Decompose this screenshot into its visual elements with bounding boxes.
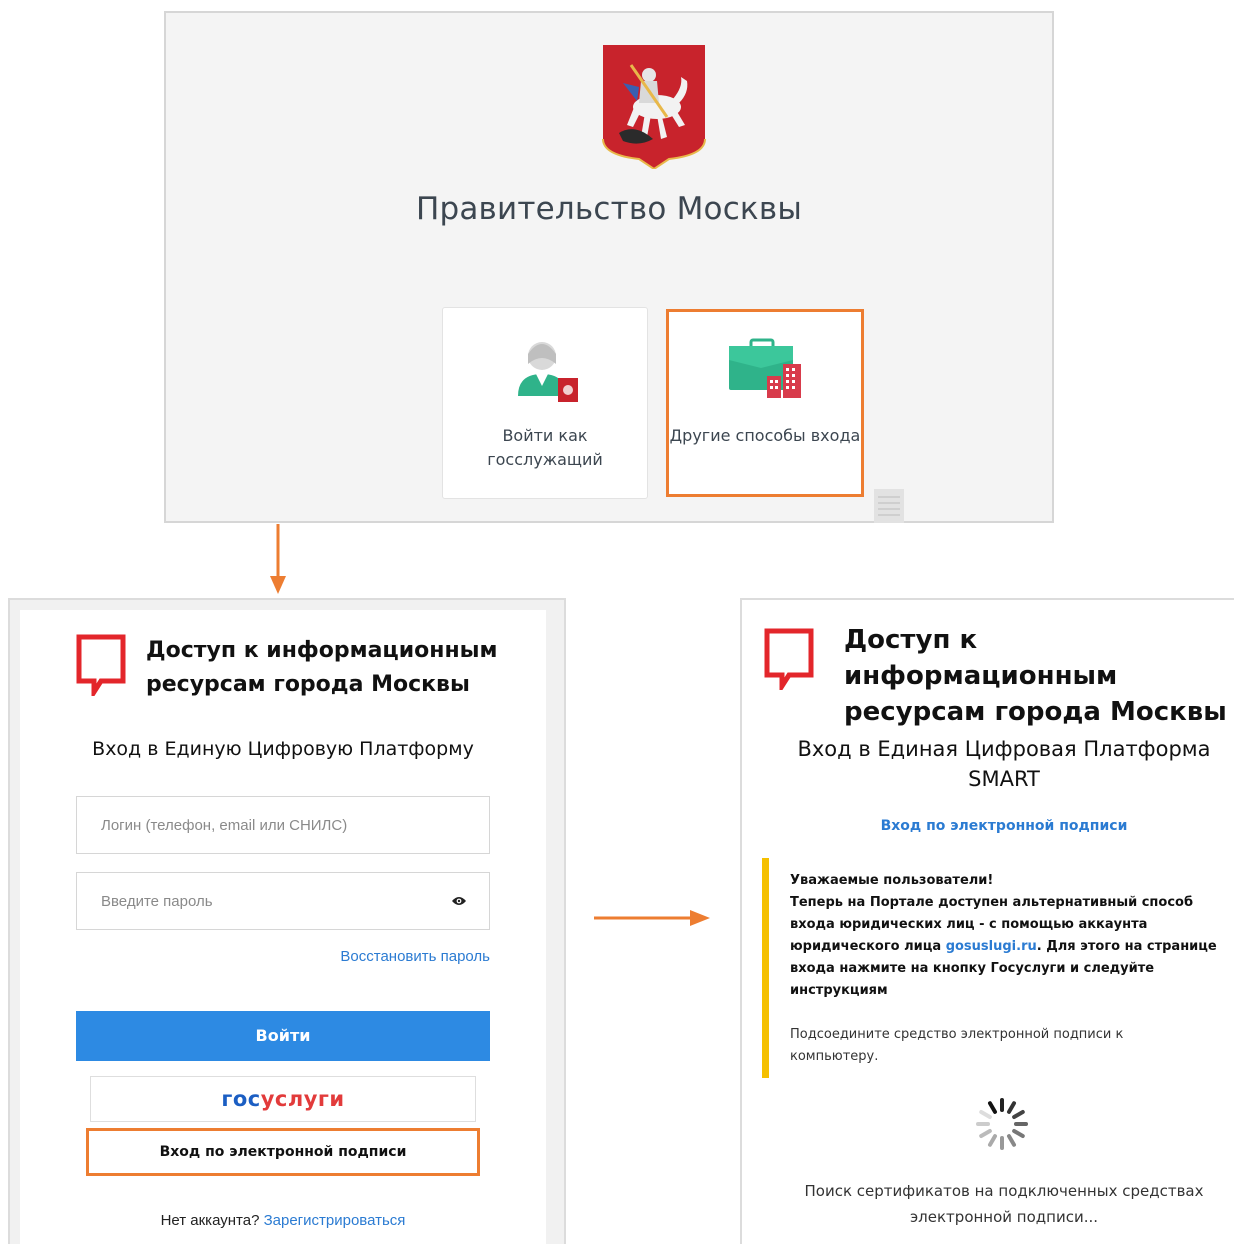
gosuslugi-button[interactable]: госуслуги [90, 1076, 476, 1122]
arrow-down-icon [270, 524, 286, 594]
other-login-methods-label: Другие способы входа [669, 426, 861, 445]
gov-title: Правительство Москвы [415, 191, 803, 227]
gosuslugi-link[interactable]: gosuslugi.ru [946, 939, 1037, 954]
login-field[interactable] [76, 796, 490, 854]
civil-servant-login-label: Войти как госслужащий [487, 426, 603, 469]
portal-title: Доступ к информационным ресурсам города … [844, 625, 1227, 727]
moscow-coat-of-arms-icon [602, 45, 706, 169]
connect-device-text: Подсоедините средство электронной подпис… [790, 1027, 1124, 1064]
loading-spinner-icon [976, 1098, 1028, 1150]
password-field[interactable] [76, 872, 490, 930]
login-form: Доступ к информационным ресурсам города … [20, 610, 546, 1244]
arrow-right-icon [594, 910, 710, 926]
other-login-methods-card[interactable]: Другие способы входа [666, 309, 864, 497]
portal-title: Доступ к информационным ресурсам города … [146, 638, 498, 697]
gosuslugi-logo-part1: гос [221, 1087, 261, 1111]
esignature-login-button[interactable]: Вход по электронной подписи [86, 1128, 480, 1176]
esignature-login-link[interactable]: Вход по электронной подписи [742, 818, 1234, 834]
login-subtitle: Вход в Единую Цифровую Платформу [92, 738, 474, 760]
esignature-panel: Доступ к информационным ресурсам города … [740, 598, 1234, 1244]
no-account-text: Нет аккаунта? [160, 1212, 260, 1229]
eye-icon[interactable] [451, 895, 467, 907]
certificate-search-status: Поиск сертификатов на подключенных средс… [804, 1182, 1204, 1226]
mos-logo-icon [76, 634, 126, 696]
login-form-panel: Доступ к информационным ресурсам города … [8, 598, 566, 1244]
civil-servant-icon [518, 342, 578, 402]
civil-servant-login-card[interactable]: Войти как госслужащий [442, 307, 648, 499]
register-link[interactable]: Зарегистрироваться [264, 1212, 406, 1229]
document-decoration-icon [874, 489, 904, 523]
gov-login-panel: Правительство Москвы Войти как госслужащ… [164, 11, 1054, 523]
login-input[interactable] [77, 797, 489, 853]
mos-logo-icon [764, 628, 814, 690]
gosuslugi-logo-part2: услуги [260, 1087, 345, 1111]
notice-message: Уважаемые пользователи! Теперь на Портал… [790, 870, 1230, 1002]
notice-heading: Уважаемые пользователи! [790, 873, 994, 888]
register-prompt: Нет аккаунта? Зарегистрироваться [20, 1212, 546, 1229]
notice-accent-bar [762, 858, 769, 1078]
esig-subtitle: Вход в Единая Цифровая Платформа SMART [797, 737, 1211, 791]
password-input[interactable] [77, 873, 489, 929]
restore-password-link[interactable]: Восстановить пароль [340, 948, 490, 965]
login-button[interactable]: Войти [76, 1011, 490, 1061]
briefcase-building-icon [729, 338, 801, 398]
